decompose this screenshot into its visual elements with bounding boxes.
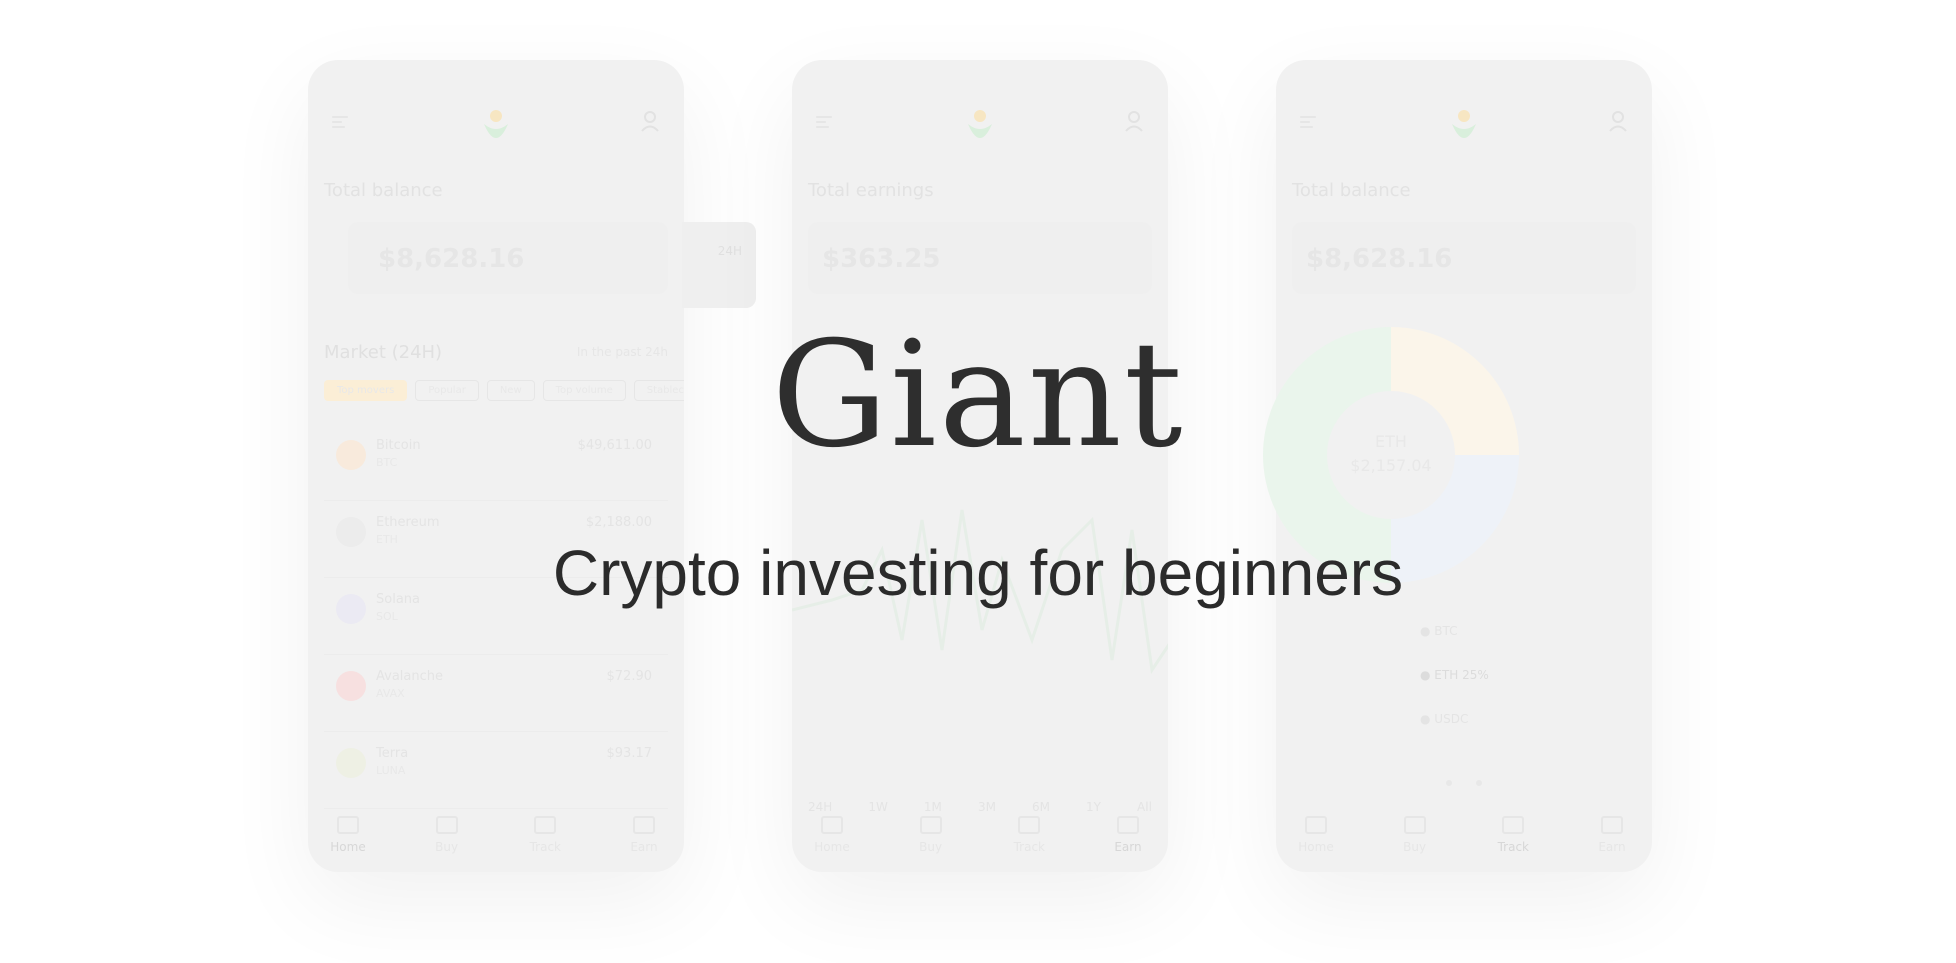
user-icon[interactable]	[1124, 110, 1144, 132]
avalanche-icon	[336, 671, 366, 701]
bottom-nav: Home Buy Track Earn	[804, 812, 1156, 862]
hero-title: Giant	[771, 310, 1185, 480]
nav-label: Earn	[1114, 840, 1142, 854]
nav-earn[interactable]: Earn	[1584, 812, 1640, 862]
nav-label: Home	[330, 840, 366, 854]
nav-label: Track	[1013, 840, 1046, 854]
total-balance-label: Total balance	[324, 180, 443, 201]
page-indicator	[1446, 771, 1506, 790]
logo-icon	[1452, 110, 1476, 138]
nav-earn[interactable]: Earn	[1100, 812, 1156, 862]
bar-chart-icon	[534, 816, 557, 834]
legend-item[interactable]: ● BTC	[1420, 624, 1489, 638]
nav-buy[interactable]: Buy	[903, 812, 959, 862]
legend-item[interactable]: ● USDC	[1420, 712, 1489, 726]
bottom-nav: Home Buy Track Earn	[320, 812, 672, 862]
page-dot[interactable]	[1446, 780, 1452, 786]
nav-earn[interactable]: Earn	[616, 812, 672, 862]
bottom-nav: Home Buy Track Earn	[1288, 812, 1640, 862]
nav-label: Earn	[1598, 840, 1626, 854]
nav-home[interactable]: Home	[1288, 812, 1344, 862]
legend-label: ETH	[1434, 668, 1459, 682]
list-item[interactable]: Terra LUNA $93.17	[324, 732, 668, 809]
nav-label: Home	[814, 840, 850, 854]
wallet-icon	[435, 816, 458, 834]
nav-track[interactable]: Track	[1485, 812, 1541, 862]
user-icon[interactable]	[1608, 110, 1628, 132]
balance-card: $8,628.16	[1292, 222, 1636, 294]
nav-buy[interactable]: Buy	[419, 812, 475, 862]
hero-subtitle: Crypto investing for beginners	[552, 537, 1404, 609]
trend-icon	[632, 816, 655, 834]
home-icon	[1305, 816, 1327, 834]
period-label: 24H	[717, 244, 742, 258]
top-bar	[816, 104, 1144, 140]
nav-buy[interactable]: Buy	[1387, 812, 1443, 862]
bar-chart-icon	[1018, 816, 1041, 834]
nav-label: Earn	[630, 840, 658, 854]
total-earnings-label: Total earnings	[808, 180, 934, 201]
menu-icon[interactable]	[332, 116, 348, 128]
page-dot[interactable]	[1476, 780, 1482, 786]
nav-label: Track	[1497, 840, 1530, 854]
nav-track[interactable]: Track	[1001, 812, 1057, 862]
nav-track[interactable]: Track	[517, 812, 573, 862]
wallet-icon	[1403, 816, 1426, 834]
menu-icon[interactable]	[816, 116, 832, 128]
legend-value: 25%	[1462, 668, 1489, 682]
menu-icon[interactable]	[1300, 116, 1316, 128]
top-bar	[1300, 104, 1628, 140]
total-balance-label: Total balance	[1292, 180, 1411, 201]
logo-icon	[968, 110, 992, 138]
donut-legend: ● BTC ● ETH 25% ● USDC	[1420, 624, 1489, 756]
home-icon	[821, 816, 843, 834]
legend-label: BTC	[1434, 624, 1458, 638]
coin-name: Terra	[376, 746, 409, 761]
user-icon[interactable]	[640, 110, 660, 132]
terra-icon	[336, 748, 366, 778]
coin-name: Avalanche	[376, 669, 443, 684]
promo-banner: Total balance $8,628.16 Market (24H) In …	[0, 0, 1956, 963]
nav-label: Buy	[919, 840, 943, 854]
trend-icon	[1116, 816, 1139, 834]
earnings-line-chart	[792, 509, 1168, 675]
nav-label: Track	[529, 840, 562, 854]
nav-home[interactable]: Home	[804, 812, 860, 862]
earnings-value: $363.25	[822, 244, 941, 274]
bar-chart-icon	[1502, 816, 1525, 834]
earnings-card: $363.25	[808, 222, 1152, 294]
nav-label: Home	[1298, 840, 1334, 854]
nav-home[interactable]: Home	[320, 812, 376, 862]
nav-label: Buy	[435, 840, 459, 854]
coin-name: Ethereum	[376, 515, 440, 530]
coin-symbol: LUNA	[376, 764, 406, 777]
legend-label: USDC	[1434, 712, 1469, 726]
coin-symbol: AVAX	[376, 687, 405, 700]
period-card: 24H	[682, 222, 756, 308]
trend-icon	[1600, 816, 1623, 834]
balance-value: $8,628.16	[1306, 244, 1453, 274]
coin-price: $93.17	[606, 746, 653, 761]
list-item[interactable]: Avalanche AVAX $72.90	[324, 655, 668, 732]
nav-label: Buy	[1403, 840, 1427, 854]
balance-value: $8,628.16	[378, 244, 525, 274]
coin-symbol: SOL	[376, 610, 398, 623]
coin-price: $2,188.00	[585, 515, 652, 530]
top-bar	[332, 104, 660, 140]
coin-list: Bitcoin BTC $49,611.00 Ethereum ETH $2,1…	[324, 424, 668, 809]
legend-item[interactable]: ● ETH 25%	[1420, 668, 1489, 682]
balance-card: $8,628.16	[348, 222, 668, 294]
home-icon	[337, 816, 359, 834]
coin-price: $72.90	[606, 669, 653, 684]
logo-icon	[484, 110, 508, 138]
wallet-icon	[919, 816, 942, 834]
